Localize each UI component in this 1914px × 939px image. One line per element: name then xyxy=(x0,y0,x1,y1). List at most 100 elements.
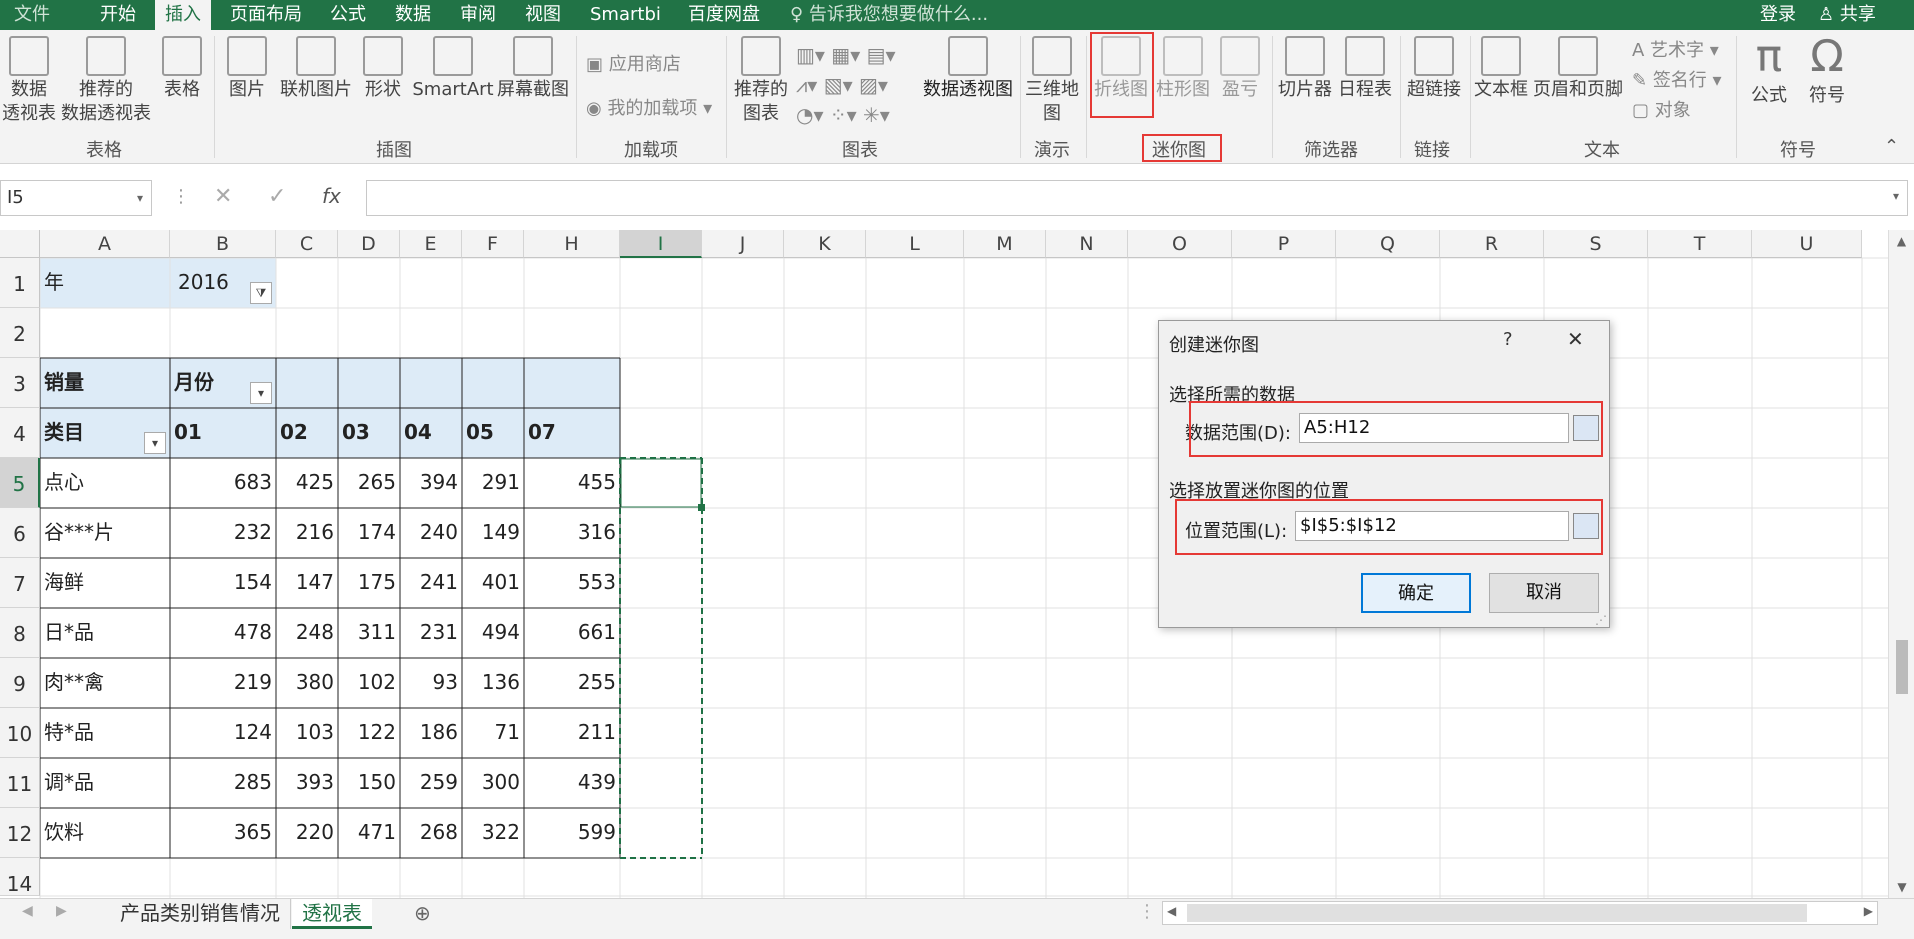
column-filter-dropdown-icon[interactable]: ▾ xyxy=(250,382,272,404)
column-header[interactable]: C xyxy=(276,230,338,258)
vertical-scrollbar[interactable]: ▲ ▼ xyxy=(1888,230,1914,898)
prev-sheet-icon[interactable]: ◀ xyxy=(22,903,33,919)
row-header[interactable]: 11 xyxy=(0,758,40,808)
pivot-row-category[interactable]: 调*品 xyxy=(40,758,170,808)
pivot-value-cell[interactable]: 268 xyxy=(400,808,462,858)
pivot-row-category[interactable]: 特*品 xyxy=(40,708,170,758)
pivot-value-cell[interactable]: 211 xyxy=(524,708,620,758)
tab-formulas[interactable]: 公式 xyxy=(330,0,366,30)
pivot-value-cell[interactable]: 471 xyxy=(338,808,400,858)
my-addins-button[interactable]: ◉ 我的加载项 ▾ xyxy=(586,94,712,120)
pivot-value-cell[interactable]: 311 xyxy=(338,608,400,658)
horizontal-scrollbar[interactable]: ◀ ▶ xyxy=(1162,901,1878,925)
cancel-icon[interactable]: ✕ xyxy=(214,184,232,209)
row-header[interactable]: 1 xyxy=(0,258,40,308)
pivot-value-cell[interactable]: 219 xyxy=(170,658,276,708)
pivot-value-cell[interactable]: 393 xyxy=(276,758,338,808)
row-header[interactable]: 6 xyxy=(0,508,40,558)
tab-insert[interactable]: 插入 xyxy=(155,0,211,30)
pivot-value-cell[interactable]: 220 xyxy=(276,808,338,858)
column-header[interactable]: N xyxy=(1046,230,1128,258)
active-cell-outline[interactable] xyxy=(620,458,702,508)
pivot-column-header[interactable]: 04 xyxy=(400,408,462,458)
textbox-button[interactable]: 文本框 xyxy=(1472,36,1530,102)
online-picture-button[interactable]: 联机图片 xyxy=(276,36,356,102)
pivot-value-cell[interactable]: 394 xyxy=(400,458,462,508)
scroll-right-icon[interactable]: ▶ xyxy=(1864,904,1873,918)
pivot-value-cell[interactable]: 380 xyxy=(276,658,338,708)
wordart-button[interactable]: A 艺术字 ▾ xyxy=(1632,36,1719,62)
pivot-value-cell[interactable]: 136 xyxy=(462,658,524,708)
pivot-value-cell[interactable]: 683 xyxy=(170,458,276,508)
tab-data[interactable]: 数据 xyxy=(395,0,431,30)
enter-check-icon[interactable]: ✓ xyxy=(268,184,286,209)
pivot-value-cell[interactable]: 124 xyxy=(170,708,276,758)
pivot-value-cell[interactable]: 300 xyxy=(462,758,524,808)
scroll-up-icon[interactable]: ▲ xyxy=(1889,234,1914,248)
picture-button[interactable]: 图片 xyxy=(222,36,272,102)
tab-smartbi[interactable]: Smartbi xyxy=(590,0,661,30)
pivot-table-button[interactable]: 数据 透视表 xyxy=(0,36,58,126)
ok-button[interactable]: 确定 xyxy=(1361,573,1471,613)
next-sheet-icon[interactable]: ▶ xyxy=(56,903,67,919)
pivot-filter-label[interactable]: 年 xyxy=(40,258,170,308)
pivot-value-cell[interactable]: 241 xyxy=(400,558,462,608)
pivot-value-cell[interactable]: 102 xyxy=(338,658,400,708)
pivot-value-cell[interactable]: 231 xyxy=(400,608,462,658)
table-button[interactable]: 表格 xyxy=(156,36,208,102)
help-button[interactable]: ? xyxy=(1503,329,1513,350)
scroll-thumb[interactable] xyxy=(1187,904,1807,922)
recommended-charts-button[interactable]: 推荐的 图表 xyxy=(730,36,792,126)
tell-me-search[interactable]: ♀ 告诉我您想要做什么... xyxy=(790,0,988,30)
pivot-value-cell[interactable]: 255 xyxy=(524,658,620,708)
header-footer-button[interactable]: 页眉和页脚 xyxy=(1532,36,1624,102)
pivot-column-header[interactable]: 01 xyxy=(170,408,276,458)
name-box[interactable]: I5 ▾ xyxy=(0,180,152,216)
pivot-column-header[interactable]: 02 xyxy=(276,408,338,458)
row-filter-dropdown-icon[interactable]: ▾ xyxy=(144,432,166,454)
add-sheet-icon[interactable]: ⊕ xyxy=(414,901,431,925)
row-header[interactable]: 8 xyxy=(0,608,40,658)
scroll-thumb[interactable] xyxy=(1896,640,1908,694)
column-header[interactable]: M xyxy=(964,230,1046,258)
pivot-value-cell[interactable]: 240 xyxy=(400,508,462,558)
tab-view[interactable]: 视图 xyxy=(525,0,561,30)
column-header[interactable]: R xyxy=(1440,230,1544,258)
filter-dropdown-icon[interactable]: ⧩ xyxy=(250,282,272,304)
pivot-value-cell[interactable]: 291 xyxy=(462,458,524,508)
pivot-column-header[interactable]: 07 xyxy=(524,408,620,458)
pivot-value-cell[interactable]: 401 xyxy=(462,558,524,608)
screenshot-button[interactable]: 屏幕截图 xyxy=(496,36,570,102)
pivot-value-cell[interactable]: 71 xyxy=(462,708,524,758)
pivot-value-cell[interactable]: 259 xyxy=(400,758,462,808)
equation-button[interactable]: π 公式 xyxy=(1740,30,1798,108)
pivot-value-cell[interactable]: 478 xyxy=(170,608,276,658)
pivot-value-cell[interactable]: 93 xyxy=(400,658,462,708)
chart-type-gallery[interactable]: ▥▾ ▦▾ ▤▾ ⩘▾ ▧▾ ▨▾ ◔▾ ⁘▾ ✳▾ xyxy=(796,40,916,130)
pivot-value-cell[interactable]: 425 xyxy=(276,458,338,508)
symbol-button[interactable]: Ω 符号 xyxy=(1800,30,1854,108)
tab-file[interactable]: 文件 xyxy=(14,0,50,30)
column-header[interactable]: H xyxy=(524,230,620,258)
pivot-value-cell[interactable]: 149 xyxy=(462,508,524,558)
collapse-ribbon-icon[interactable]: ⌃ xyxy=(1884,136,1899,157)
row-header[interactable]: 14 xyxy=(0,858,40,896)
scroll-down-icon[interactable]: ▼ xyxy=(1889,880,1914,894)
pivot-value-cell[interactable]: 439 xyxy=(524,758,620,808)
pivot-value-cell[interactable]: 103 xyxy=(276,708,338,758)
pivot-row-category[interactable]: 谷***片 xyxy=(40,508,170,558)
column-header[interactable]: L xyxy=(866,230,964,258)
pivot-value-cell[interactable]: 186 xyxy=(400,708,462,758)
sheet-tab-product-sales[interactable]: 产品类别销售情况 xyxy=(110,899,291,929)
pivot-value-cell[interactable]: 494 xyxy=(462,608,524,658)
pivot-value-cell[interactable]: 232 xyxy=(170,508,276,558)
pivot-value-cell[interactable]: 147 xyxy=(276,558,338,608)
tab-baidu-netdisk[interactable]: 百度网盘 xyxy=(688,0,760,30)
column-header[interactable]: J xyxy=(702,230,784,258)
column-header[interactable]: O xyxy=(1128,230,1232,258)
pivot-column-header[interactable]: 05 xyxy=(462,408,524,458)
pivot-value-cell[interactable]: 216 xyxy=(276,508,338,558)
row-header[interactable]: 3 xyxy=(0,358,40,408)
pivot-value-cell[interactable]: 316 xyxy=(524,508,620,558)
sparkline-column-button[interactable]: 柱形图 xyxy=(1154,36,1212,102)
